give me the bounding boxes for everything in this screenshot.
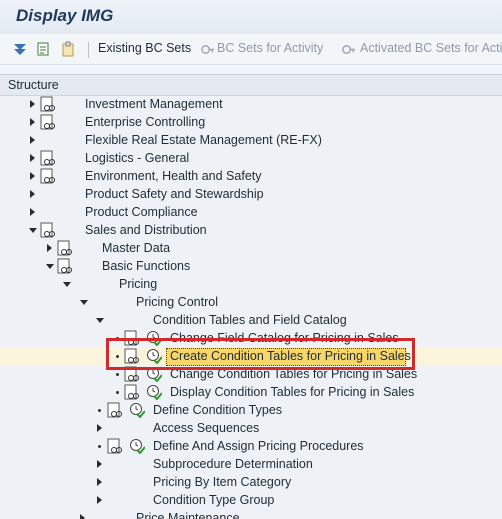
tree-node[interactable]: Environment, Health and Safety [0, 167, 502, 185]
existing-bc-sets-button[interactable]: Existing BC Sets [98, 41, 191, 55]
tree-node[interactable]: Investment Management [0, 95, 502, 113]
tree-node[interactable]: Condition Tables and Field Catalog [0, 311, 502, 329]
bc-set-activated-icon [342, 45, 356, 54]
tree-node-label: Basic Functions [102, 259, 191, 273]
tree-node-label: Define And Assign Pricing Procedures [153, 439, 364, 453]
documentation-glasses-icon[interactable] [107, 402, 123, 418]
structure-tree: Structure Investment Management Enterpri… [0, 74, 502, 519]
documentation-glasses-icon[interactable] [40, 150, 56, 166]
annotation-highlight-box [106, 338, 415, 370]
expand-arrow-icon[interactable] [97, 496, 102, 504]
expand-arrow-icon[interactable] [30, 172, 35, 180]
documentation-glasses-icon[interactable] [124, 384, 140, 400]
expand-arrow-icon[interactable] [30, 208, 35, 216]
execute-clock-check-icon[interactable] [129, 402, 145, 418]
tree-node-label: Master Data [102, 241, 171, 255]
expand-arrow-icon[interactable] [30, 154, 35, 162]
expand-arrow-icon[interactable] [80, 514, 85, 519]
tree-node[interactable]: Define And Assign Pricing Procedures [0, 437, 502, 455]
tree-node-label: Pricing [119, 277, 158, 291]
documentation-glasses-icon[interactable] [57, 240, 73, 256]
expand-arrow-icon[interactable] [47, 244, 52, 252]
collapse-arrow-icon[interactable] [80, 300, 88, 305]
expand-arrow-icon[interactable] [30, 118, 35, 126]
documentation-glasses-icon[interactable] [40, 114, 56, 130]
tree-node[interactable]: Pricing [0, 275, 502, 293]
expand-arrow-icon[interactable] [97, 424, 102, 432]
tree-node[interactable]: Subprocedure Determination [0, 455, 502, 473]
documentation-glasses-icon[interactable] [40, 222, 56, 238]
tree-node-label: Subprocedure Determination [153, 457, 313, 471]
activated-bc-sets-button[interactable]: Activated BC Sets for Activ [360, 41, 502, 55]
execute-clock-check-icon[interactable] [146, 384, 162, 400]
expand-arrow-icon[interactable] [30, 136, 35, 144]
collapse-arrow-icon[interactable] [63, 282, 71, 287]
collapse-arrow-icon[interactable] [96, 318, 104, 323]
tree-node-label: Pricing Control [136, 295, 218, 309]
tree-node-label: Condition Type Group [153, 493, 275, 507]
toolbar-separator [88, 42, 89, 58]
tree-node-label: Define Condition Types [153, 403, 283, 417]
expand-arrow-icon[interactable] [97, 478, 102, 486]
tree-node[interactable]: Master Data [0, 239, 502, 257]
structure-header: Structure [0, 75, 502, 96]
leaf-bullet-icon [116, 373, 119, 376]
tree-node[interactable]: Enterprise Controlling [0, 113, 502, 131]
tree-node[interactable]: Product Safety and Stewardship [0, 185, 502, 203]
toolbar: Existing BC Sets BC Sets for Activity Ac… [0, 34, 502, 65]
tree-node[interactable]: Flexible Real Estate Management (RE-FX) [0, 131, 502, 149]
tree-node-label: Enterprise Controlling [85, 115, 206, 129]
tree-node-label: Sales and Distribution [85, 223, 207, 237]
tree-node[interactable]: Condition Type Group [0, 491, 502, 509]
expand-arrow-icon[interactable] [30, 190, 35, 198]
clipboard-icon[interactable] [60, 41, 76, 57]
tree-node[interactable]: Define Condition Types [0, 401, 502, 419]
tree-node[interactable]: Access Sequences [0, 419, 502, 437]
leaf-bullet-icon [98, 409, 101, 412]
bc-set-icon [201, 45, 215, 54]
tree-node[interactable]: Pricing Control [0, 293, 502, 311]
structure-header-label: Structure [8, 78, 59, 92]
tree-node-label: Flexible Real Estate Management (RE-FX) [85, 133, 322, 147]
tree-node[interactable]: Sales and Distribution [0, 221, 502, 239]
bc-sets-for-activity-button[interactable]: BC Sets for Activity [217, 41, 323, 55]
export-icon[interactable] [35, 41, 51, 57]
collapse-arrow-icon[interactable] [46, 264, 54, 269]
tree-node[interactable]: Product Compliance [0, 203, 502, 221]
leaf-bullet-icon [98, 445, 101, 448]
tree-node[interactable]: Pricing By Item Category [0, 473, 502, 491]
title-bar: Display IMG [0, 0, 502, 34]
execute-clock-check-icon[interactable] [129, 438, 145, 454]
collapse-arrow-icon[interactable] [29, 228, 37, 233]
tree-node-label: Environment, Health and Safety [85, 169, 262, 183]
tree-node[interactable]: Display Condition Tables for Pricing in … [0, 383, 502, 401]
tree-node[interactable]: Basic Functions [0, 257, 502, 275]
documentation-glasses-icon[interactable] [107, 438, 123, 454]
leaf-bullet-icon [116, 391, 119, 394]
documentation-glasses-icon[interactable] [40, 168, 56, 184]
tree-node-label: Condition Tables and Field Catalog [153, 313, 347, 327]
expand-subtree-icon[interactable] [12, 41, 28, 57]
tree-node-label: Product Safety and Stewardship [85, 187, 264, 201]
expand-arrow-icon[interactable] [30, 100, 35, 108]
tree-node-label: Display Condition Tables for Pricing in … [170, 385, 415, 399]
documentation-glasses-icon[interactable] [40, 96, 56, 112]
documentation-glasses-icon[interactable] [57, 258, 73, 274]
tree-node-label: Investment Management [85, 97, 223, 111]
tree-node-label: Logistics - General [85, 151, 190, 165]
tree-node[interactable]: Logistics - General [0, 149, 502, 167]
window-title: Display IMG [16, 6, 114, 25]
tree-node-label: Product Compliance [85, 205, 198, 219]
expand-arrow-icon[interactable] [97, 460, 102, 468]
tree-node-label: Access Sequences [153, 421, 260, 435]
tree-node-label: Pricing By Item Category [153, 475, 292, 489]
